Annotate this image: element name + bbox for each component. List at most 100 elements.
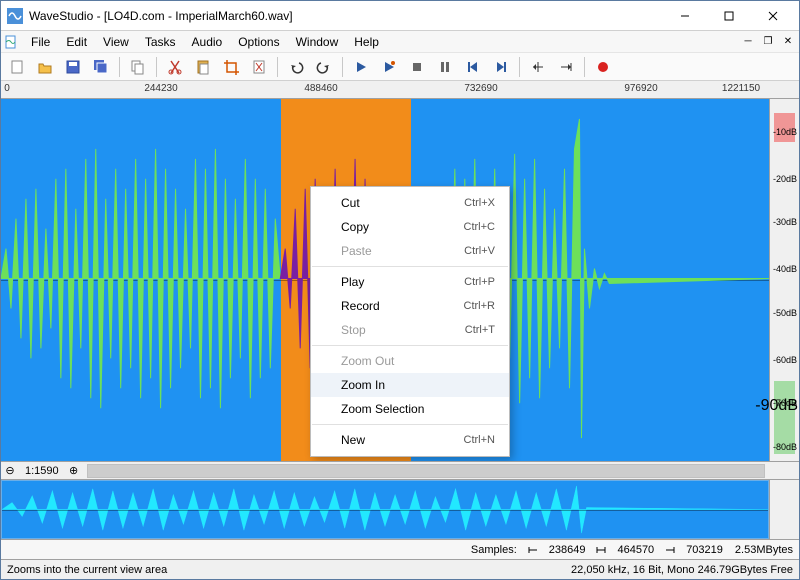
ctx-record[interactable]: RecordCtrl+R xyxy=(311,294,509,318)
menubar: File Edit View Tasks Audio Options Windo… xyxy=(1,31,799,53)
db-label: -30dB xyxy=(773,217,797,227)
sel-length: 464570 xyxy=(617,544,654,556)
cut-button[interactable] xyxy=(163,56,187,78)
waveform-view[interactable]: CutCtrl+X CopyCtrl+C PasteCtrl+V PlayCtr… xyxy=(1,99,769,461)
menu-edit[interactable]: Edit xyxy=(58,33,95,51)
mdi-doc-icon[interactable] xyxy=(3,34,19,50)
menu-view[interactable]: View xyxy=(95,33,137,51)
paste-button[interactable] xyxy=(191,56,215,78)
db-label: -60dB xyxy=(773,355,797,365)
mdi-minimize-icon[interactable]: ─ xyxy=(739,36,757,47)
menu-audio[interactable]: Audio xyxy=(184,33,231,51)
save-button[interactable] xyxy=(61,56,85,78)
play-loop-button[interactable] xyxy=(377,56,401,78)
mdi-restore-icon[interactable]: ❐ xyxy=(759,36,777,47)
ctx-separator xyxy=(312,424,508,425)
close-button[interactable] xyxy=(751,2,795,30)
skip-back-button[interactable] xyxy=(461,56,485,78)
ctx-new[interactable]: NewCtrl+N xyxy=(311,428,509,452)
ctx-separator xyxy=(312,266,508,267)
record-button[interactable] xyxy=(591,56,615,78)
scrollbar-thumb[interactable] xyxy=(88,465,764,477)
zoom-out-icon[interactable]: ⊖ xyxy=(1,464,19,477)
ctx-cut[interactable]: CutCtrl+X xyxy=(311,191,509,215)
db-label: -10dB xyxy=(773,127,797,137)
sample-readout: Samples: 238649 464570 703219 xyxy=(471,544,723,556)
ctx-zoom-selection[interactable]: Zoom Selection xyxy=(311,397,509,421)
ruler-tick: 976920 xyxy=(624,83,657,94)
toolbar-separator xyxy=(584,57,585,77)
sel-start: 238649 xyxy=(549,544,586,556)
ctx-zoom-in[interactable]: Zoom In xyxy=(311,373,509,397)
overview-waveform[interactable] xyxy=(1,480,769,539)
save-all-button[interactable] xyxy=(89,56,113,78)
menu-file[interactable]: File xyxy=(23,33,58,51)
db-label: -90dB xyxy=(755,397,798,415)
toolbar-separator xyxy=(342,57,343,77)
zoom-bar: ⊖ 1:1590 ⊕ xyxy=(1,461,799,479)
mdi-window-controls: ─ ❐ ✕ xyxy=(739,36,797,47)
context-menu: CutCtrl+X CopyCtrl+C PasteCtrl+V PlayCtr… xyxy=(310,186,510,457)
overview-row: -90dB xyxy=(1,479,799,539)
open-button[interactable] xyxy=(33,56,57,78)
ruler-tick: 244230 xyxy=(144,83,177,94)
zoom-ratio: 1:1590 xyxy=(19,465,65,477)
time-ruler[interactable]: 0 244230 488460 732690 976920 1221150 xyxy=(1,81,799,99)
toolbar xyxy=(1,53,799,81)
crop-button[interactable] xyxy=(219,56,243,78)
ruler-tick: 0 xyxy=(4,83,10,94)
sel-len-icon xyxy=(595,544,607,556)
ctx-play[interactable]: PlayCtrl+P xyxy=(311,270,509,294)
ctx-copy[interactable]: CopyCtrl+C xyxy=(311,215,509,239)
zero-line xyxy=(2,510,768,511)
minimize-button[interactable] xyxy=(663,2,707,30)
undo-button[interactable] xyxy=(284,56,308,78)
goto-end-button[interactable] xyxy=(554,56,578,78)
ctx-paste: PasteCtrl+V xyxy=(311,239,509,263)
maximize-button[interactable] xyxy=(707,2,751,30)
ruler-tick: 1221150 xyxy=(722,83,760,94)
menu-help[interactable]: Help xyxy=(346,33,387,51)
file-size: 2.53MBytes xyxy=(735,544,793,556)
db-label: -20dB xyxy=(773,174,797,184)
db-meter-overview: -90dB xyxy=(769,480,799,539)
status-bar: Zooms into the current view area 22,050 … xyxy=(1,559,799,579)
play-button[interactable] xyxy=(349,56,373,78)
new-button[interactable] xyxy=(5,56,29,78)
toolbar-separator xyxy=(119,57,120,77)
menu-window[interactable]: Window xyxy=(288,33,347,51)
horizontal-scrollbar[interactable] xyxy=(87,464,765,478)
mdi-close-icon[interactable]: ✕ xyxy=(779,36,797,47)
sel-start-icon xyxy=(527,544,539,556)
samples-label: Samples: xyxy=(471,544,517,556)
goto-start-button[interactable] xyxy=(526,56,550,78)
info-bar: Samples: 238649 464570 703219 2.53MBytes xyxy=(1,539,799,559)
db-label: -50dB xyxy=(773,308,797,318)
zoom-in-icon[interactable]: ⊕ xyxy=(65,464,83,477)
ctx-zoom-out: Zoom Out xyxy=(311,349,509,373)
stop-button[interactable] xyxy=(405,56,429,78)
sel-end-icon xyxy=(664,544,676,556)
pause-button[interactable] xyxy=(433,56,457,78)
main-content: CutCtrl+X CopyCtrl+C PasteCtrl+V PlayCtr… xyxy=(1,99,799,461)
db-label: -80dB xyxy=(773,442,797,452)
db-label: -40dB xyxy=(773,264,797,274)
audio-format: 22,050 kHz, 16 Bit, Mono 246.79GBytes Fr… xyxy=(571,564,793,576)
titlebar: WaveStudio - [LO4D.com - ImperialMarch60… xyxy=(1,1,799,31)
toolbar-separator xyxy=(519,57,520,77)
delete-button[interactable] xyxy=(247,56,271,78)
skip-forward-button[interactable] xyxy=(489,56,513,78)
ctx-stop: StopCtrl+T xyxy=(311,318,509,342)
menu-tasks[interactable]: Tasks xyxy=(137,33,184,51)
app-window: WaveStudio - [LO4D.com - ImperialMarch60… xyxy=(0,0,800,580)
window-title: WaveStudio - [LO4D.com - ImperialMarch60… xyxy=(29,9,663,23)
ruler-tick: 488460 xyxy=(304,83,337,94)
status-text: Zooms into the current view area xyxy=(7,564,571,576)
redo-button[interactable] xyxy=(312,56,336,78)
ruler-tick: 732690 xyxy=(464,83,497,94)
copy-button[interactable] xyxy=(126,56,150,78)
toolbar-separator xyxy=(277,57,278,77)
menu-options[interactable]: Options xyxy=(230,33,287,51)
ctx-separator xyxy=(312,345,508,346)
app-icon xyxy=(7,8,23,24)
